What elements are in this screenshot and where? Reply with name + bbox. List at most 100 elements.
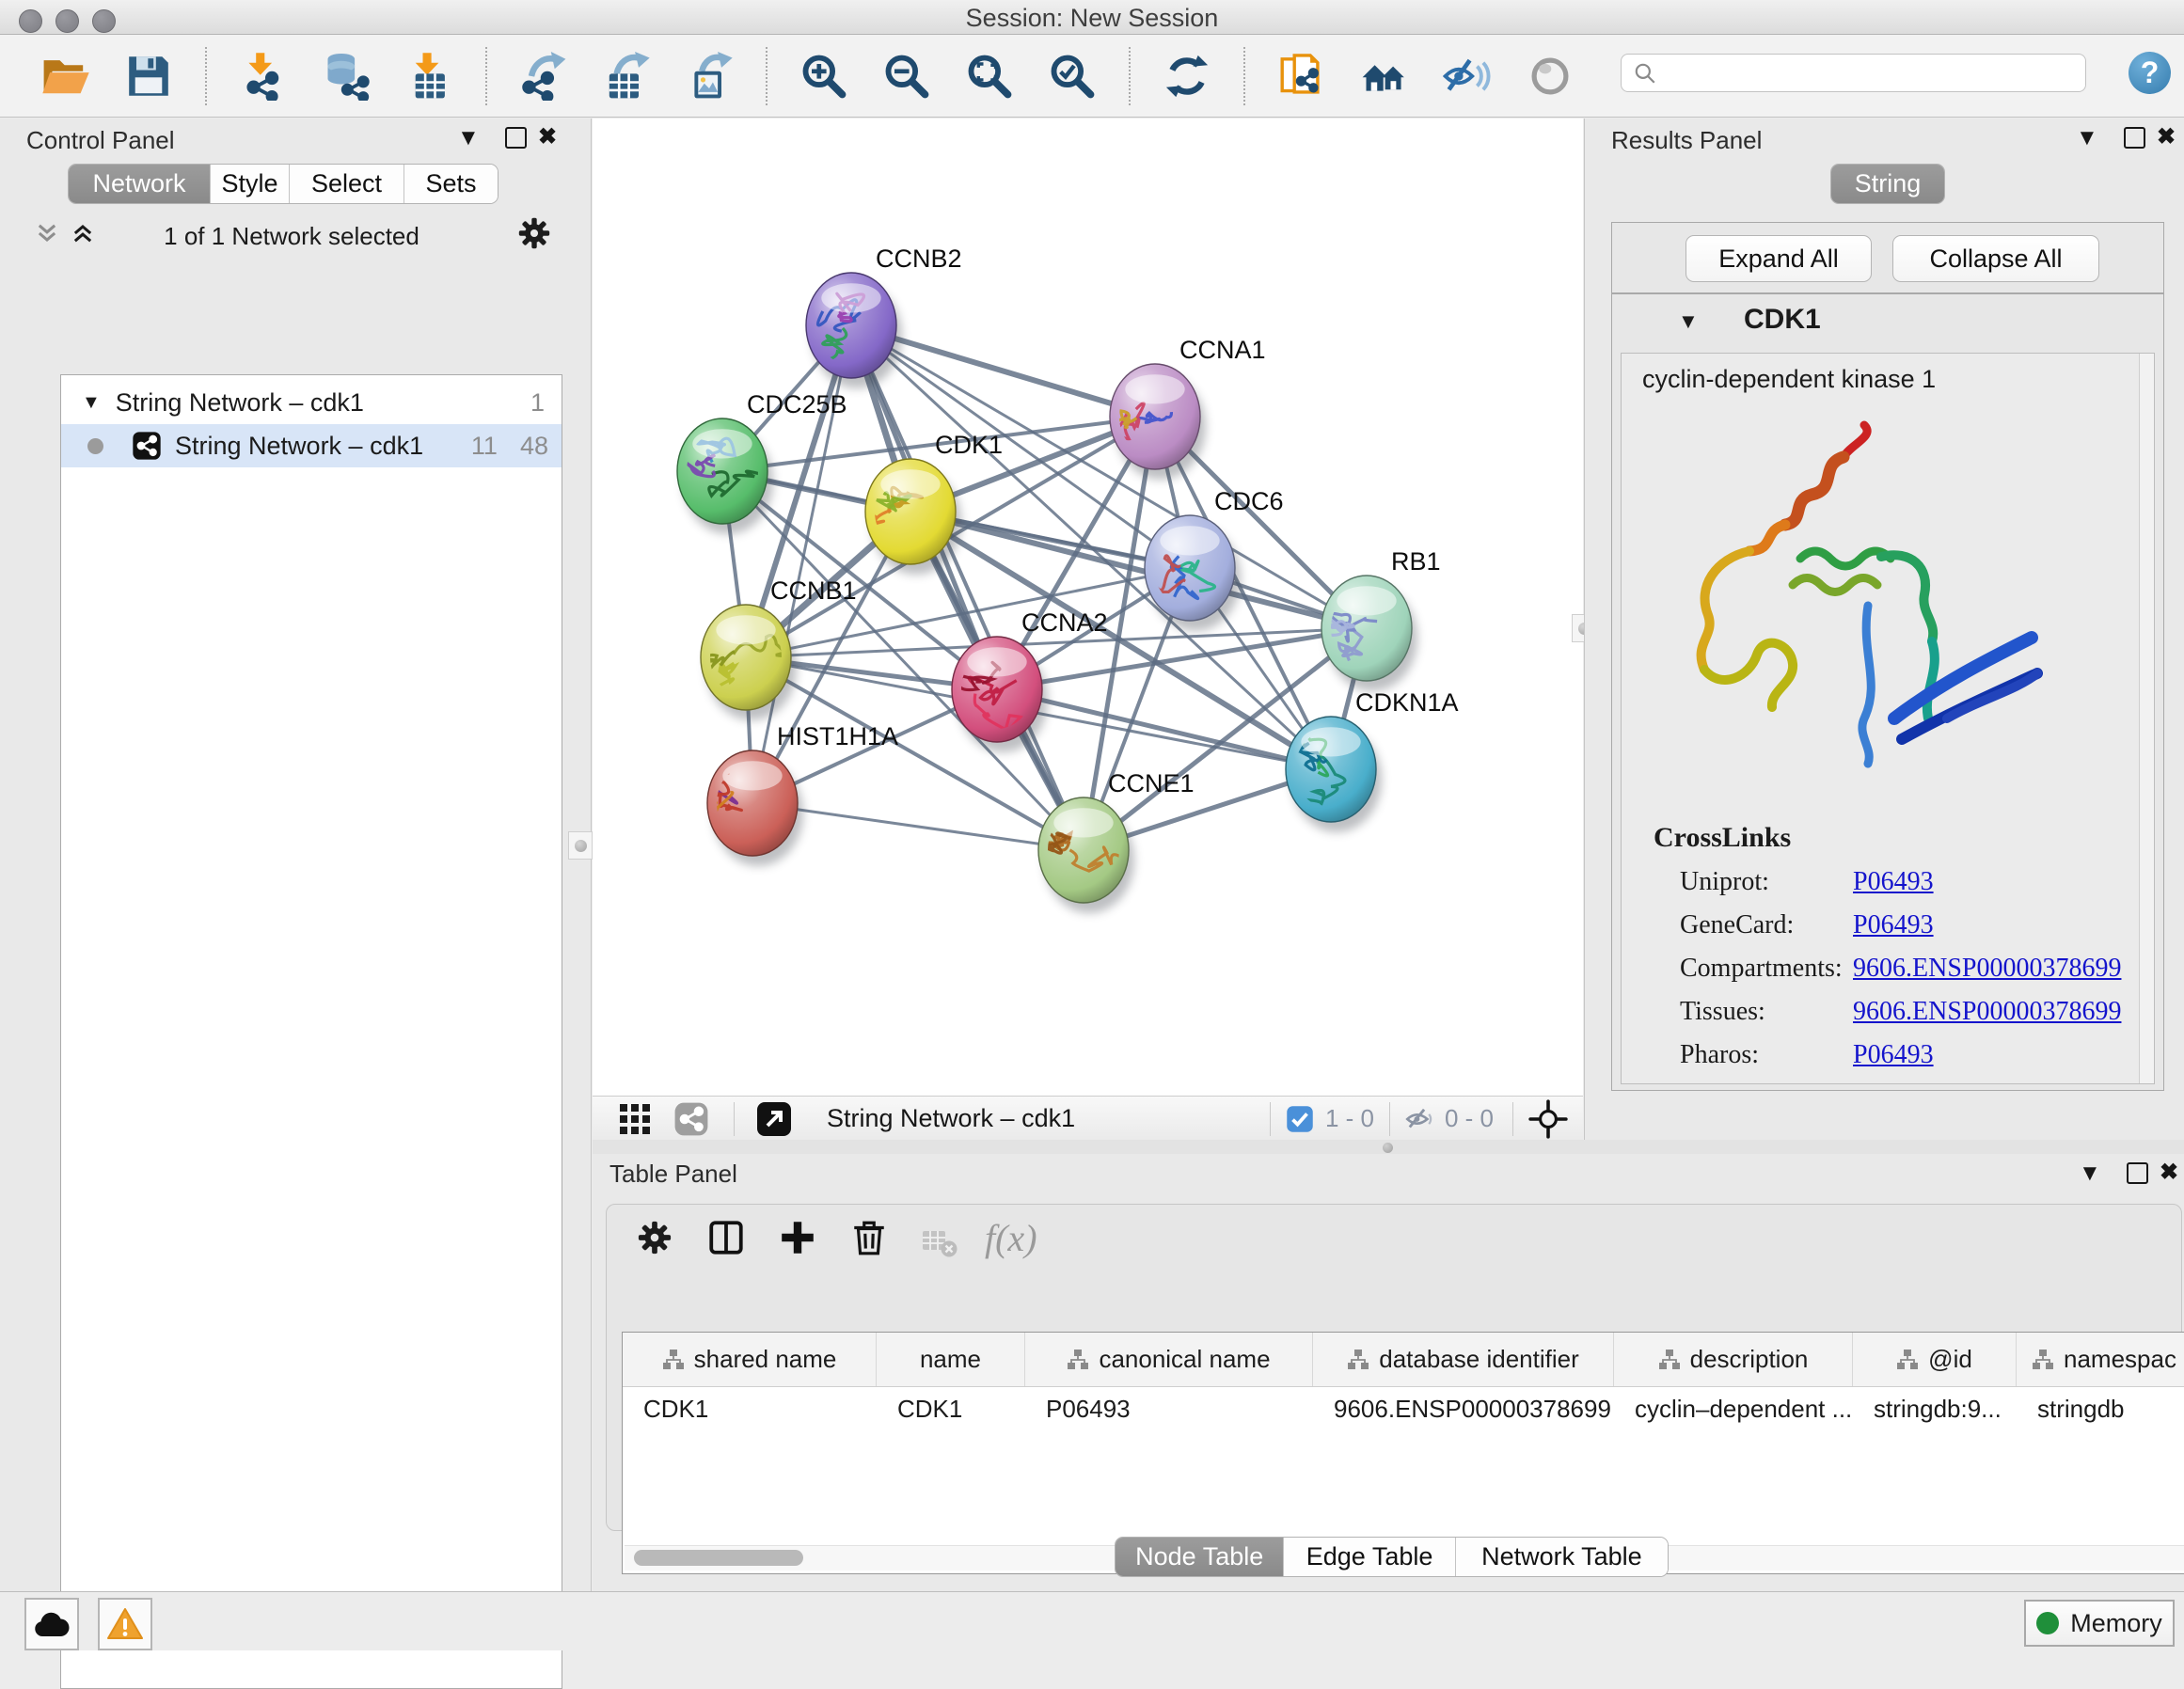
column-header[interactable]: name [877, 1333, 1025, 1386]
cell-name[interactable]: CDK1 [877, 1395, 1025, 1424]
scrollbar-thumb[interactable] [634, 1550, 803, 1566]
import-network-database-icon[interactable] [320, 50, 372, 103]
tab-node-table[interactable]: Node Table [1116, 1538, 1283, 1576]
new-network-from-selection-icon[interactable] [1275, 50, 1328, 103]
table-panel-close-icon[interactable]: ✖ [2160, 1161, 2178, 1184]
control-panel-close-icon[interactable]: ✖ [538, 126, 557, 149]
collapse-all-button[interactable]: Collapse All [1892, 235, 2099, 282]
cell-shared-name[interactable]: CDK1 [623, 1395, 877, 1424]
tab-style[interactable]: Style [210, 165, 289, 203]
tab-select[interactable]: Select [289, 165, 404, 203]
results-panel-float-icon[interactable]: ▼ [2076, 127, 2098, 150]
crosslink-pharos-link[interactable]: P06493 [1853, 1040, 1934, 1070]
node-gloss [880, 469, 940, 498]
first-neighbors-icon[interactable] [1358, 50, 1411, 103]
node-label-CCNA1: CCNA1 [1179, 336, 1266, 364]
network-canvas[interactable]: CCNB2CCNA1CDC25BCDK1CDC6RB1CCNB1CCNA2CDK… [593, 118, 1583, 1096]
node-gloss [967, 647, 1026, 676]
crosslink-uniprot-link[interactable]: P06493 [1853, 867, 1934, 897]
network-node-count: 11 [471, 432, 498, 461]
expand-all-networks-icon[interactable] [70, 220, 96, 251]
results-panel-maximize-icon[interactable] [2124, 127, 2145, 149]
left-splitter-handle[interactable] [568, 831, 593, 860]
table-panel-float-icon[interactable]: ▼ [2079, 1162, 2101, 1185]
network-collection-row[interactable]: ▼ String Network – cdk1 1 [61, 381, 562, 424]
cell-id[interactable]: stringdb:9... [1853, 1395, 2017, 1424]
protein-collapse-icon[interactable]: ▼ [1678, 309, 1699, 334]
cell-canonical-name[interactable]: P06493 [1025, 1395, 1313, 1424]
tree-column-icon [2032, 1349, 2054, 1371]
detach-view-icon[interactable] [755, 1100, 793, 1138]
cell-database-identifier[interactable]: 9606.ENSP00000378699 [1313, 1395, 1614, 1424]
show-columns-icon[interactable] [706, 1218, 746, 1257]
results-panel-close-icon[interactable]: ✖ [2157, 126, 2176, 149]
network-view-share-icon[interactable] [673, 1101, 709, 1137]
node-gloss [1125, 374, 1184, 403]
network-edge-count: 48 [520, 432, 548, 461]
node-label-CCNB2: CCNB2 [876, 245, 962, 273]
network-row[interactable]: String Network – cdk1 11 48 [61, 424, 562, 467]
table-panel-maximize-icon[interactable] [2127, 1162, 2148, 1184]
grid-view-icon[interactable] [619, 1103, 651, 1135]
cell-namespace[interactable]: stringdb [2017, 1395, 2184, 1424]
control-panel-tabs: Network Style Select Sets [68, 164, 499, 204]
control-panel-float-icon[interactable]: ▼ [457, 127, 480, 150]
column-header[interactable]: namespac [2017, 1333, 2184, 1386]
warning-status-button[interactable] [98, 1598, 152, 1650]
create-column-icon[interactable] [778, 1218, 817, 1257]
protein-details-content: cyclin-dependent kinase 1 [1621, 353, 2155, 1084]
tab-sets[interactable]: Sets [404, 165, 498, 203]
export-table-icon[interactable] [600, 50, 653, 103]
tab-network[interactable]: Network [69, 165, 210, 203]
export-image-icon[interactable] [683, 50, 736, 103]
collection-expand-icon[interactable]: ▼ [82, 392, 101, 414]
hide-selected-icon[interactable] [1441, 50, 1494, 103]
network-edge-CCNB2-CCNE1[interactable] [851, 325, 1084, 850]
table-row[interactable]: CDK1 CDK1 P06493 9606.ENSP00000378699 cy… [623, 1387, 2184, 1430]
results-scrollbar[interactable] [2139, 354, 2154, 1083]
horizontal-splitter[interactable] [593, 1140, 2184, 1154]
crosslink-label: Uniprot: [1680, 867, 1769, 897]
table-gear-icon[interactable] [637, 1220, 673, 1255]
import-table-icon[interactable] [403, 50, 455, 103]
node-gloss [716, 615, 775, 644]
cell-description[interactable]: cyclin–dependent ... [1614, 1395, 1853, 1424]
export-network-icon[interactable] [517, 50, 570, 103]
open-session-icon[interactable] [40, 50, 92, 103]
column-header[interactable]: description [1614, 1333, 1853, 1386]
zoom-selected-icon[interactable] [1046, 50, 1099, 103]
memory-status-icon [2036, 1612, 2059, 1634]
help-icon[interactable]: ? [2129, 52, 2171, 94]
zoom-in-icon[interactable] [798, 50, 850, 103]
search-input[interactable] [1657, 57, 2065, 88]
column-header[interactable]: canonical name [1025, 1333, 1313, 1386]
crosslink-label: Pharos: [1680, 1040, 1759, 1070]
memory-button[interactable]: Memory [2024, 1600, 2175, 1647]
table-tabs: Node Table Edge Table Network Table [1115, 1537, 1669, 1577]
collapse-all-networks-icon[interactable] [34, 220, 60, 251]
show-all-icon[interactable] [1524, 50, 1576, 103]
import-network-file-icon[interactable] [237, 50, 290, 103]
hidden-eye-icon[interactable] [1403, 1103, 1435, 1135]
tab-string[interactable]: String [1831, 165, 1944, 203]
save-session-icon[interactable] [122, 50, 175, 103]
column-header[interactable]: database identifier [1313, 1333, 1614, 1386]
selected-checkbox-icon[interactable] [1286, 1105, 1314, 1133]
zoom-fit-icon[interactable] [963, 50, 1016, 103]
delete-column-icon[interactable] [849, 1218, 889, 1257]
crosslink-genecard-link[interactable]: P06493 [1853, 910, 1934, 940]
expand-all-button[interactable]: Expand All [1685, 235, 1872, 282]
cloud-status-button[interactable] [24, 1598, 79, 1650]
column-header[interactable]: @id [1853, 1333, 2017, 1386]
refresh-icon[interactable] [1161, 50, 1213, 103]
control-panel-maximize-icon[interactable] [505, 127, 527, 149]
zoom-out-icon[interactable] [880, 50, 933, 103]
crosslink-compartments-link[interactable]: 9606.ENSP00000378699 [1853, 954, 2121, 984]
birdseye-view-icon[interactable] [1528, 1099, 1568, 1139]
crosslink-tissues-link[interactable]: 9606.ENSP00000378699 [1853, 997, 2121, 1027]
network-panel-gear-icon[interactable] [517, 216, 551, 255]
tab-network-table[interactable]: Network Table [1455, 1538, 1668, 1576]
node-label-CCNB1: CCNB1 [770, 576, 857, 605]
column-header[interactable]: shared name [623, 1333, 877, 1386]
tab-edge-table[interactable]: Edge Table [1283, 1538, 1454, 1576]
